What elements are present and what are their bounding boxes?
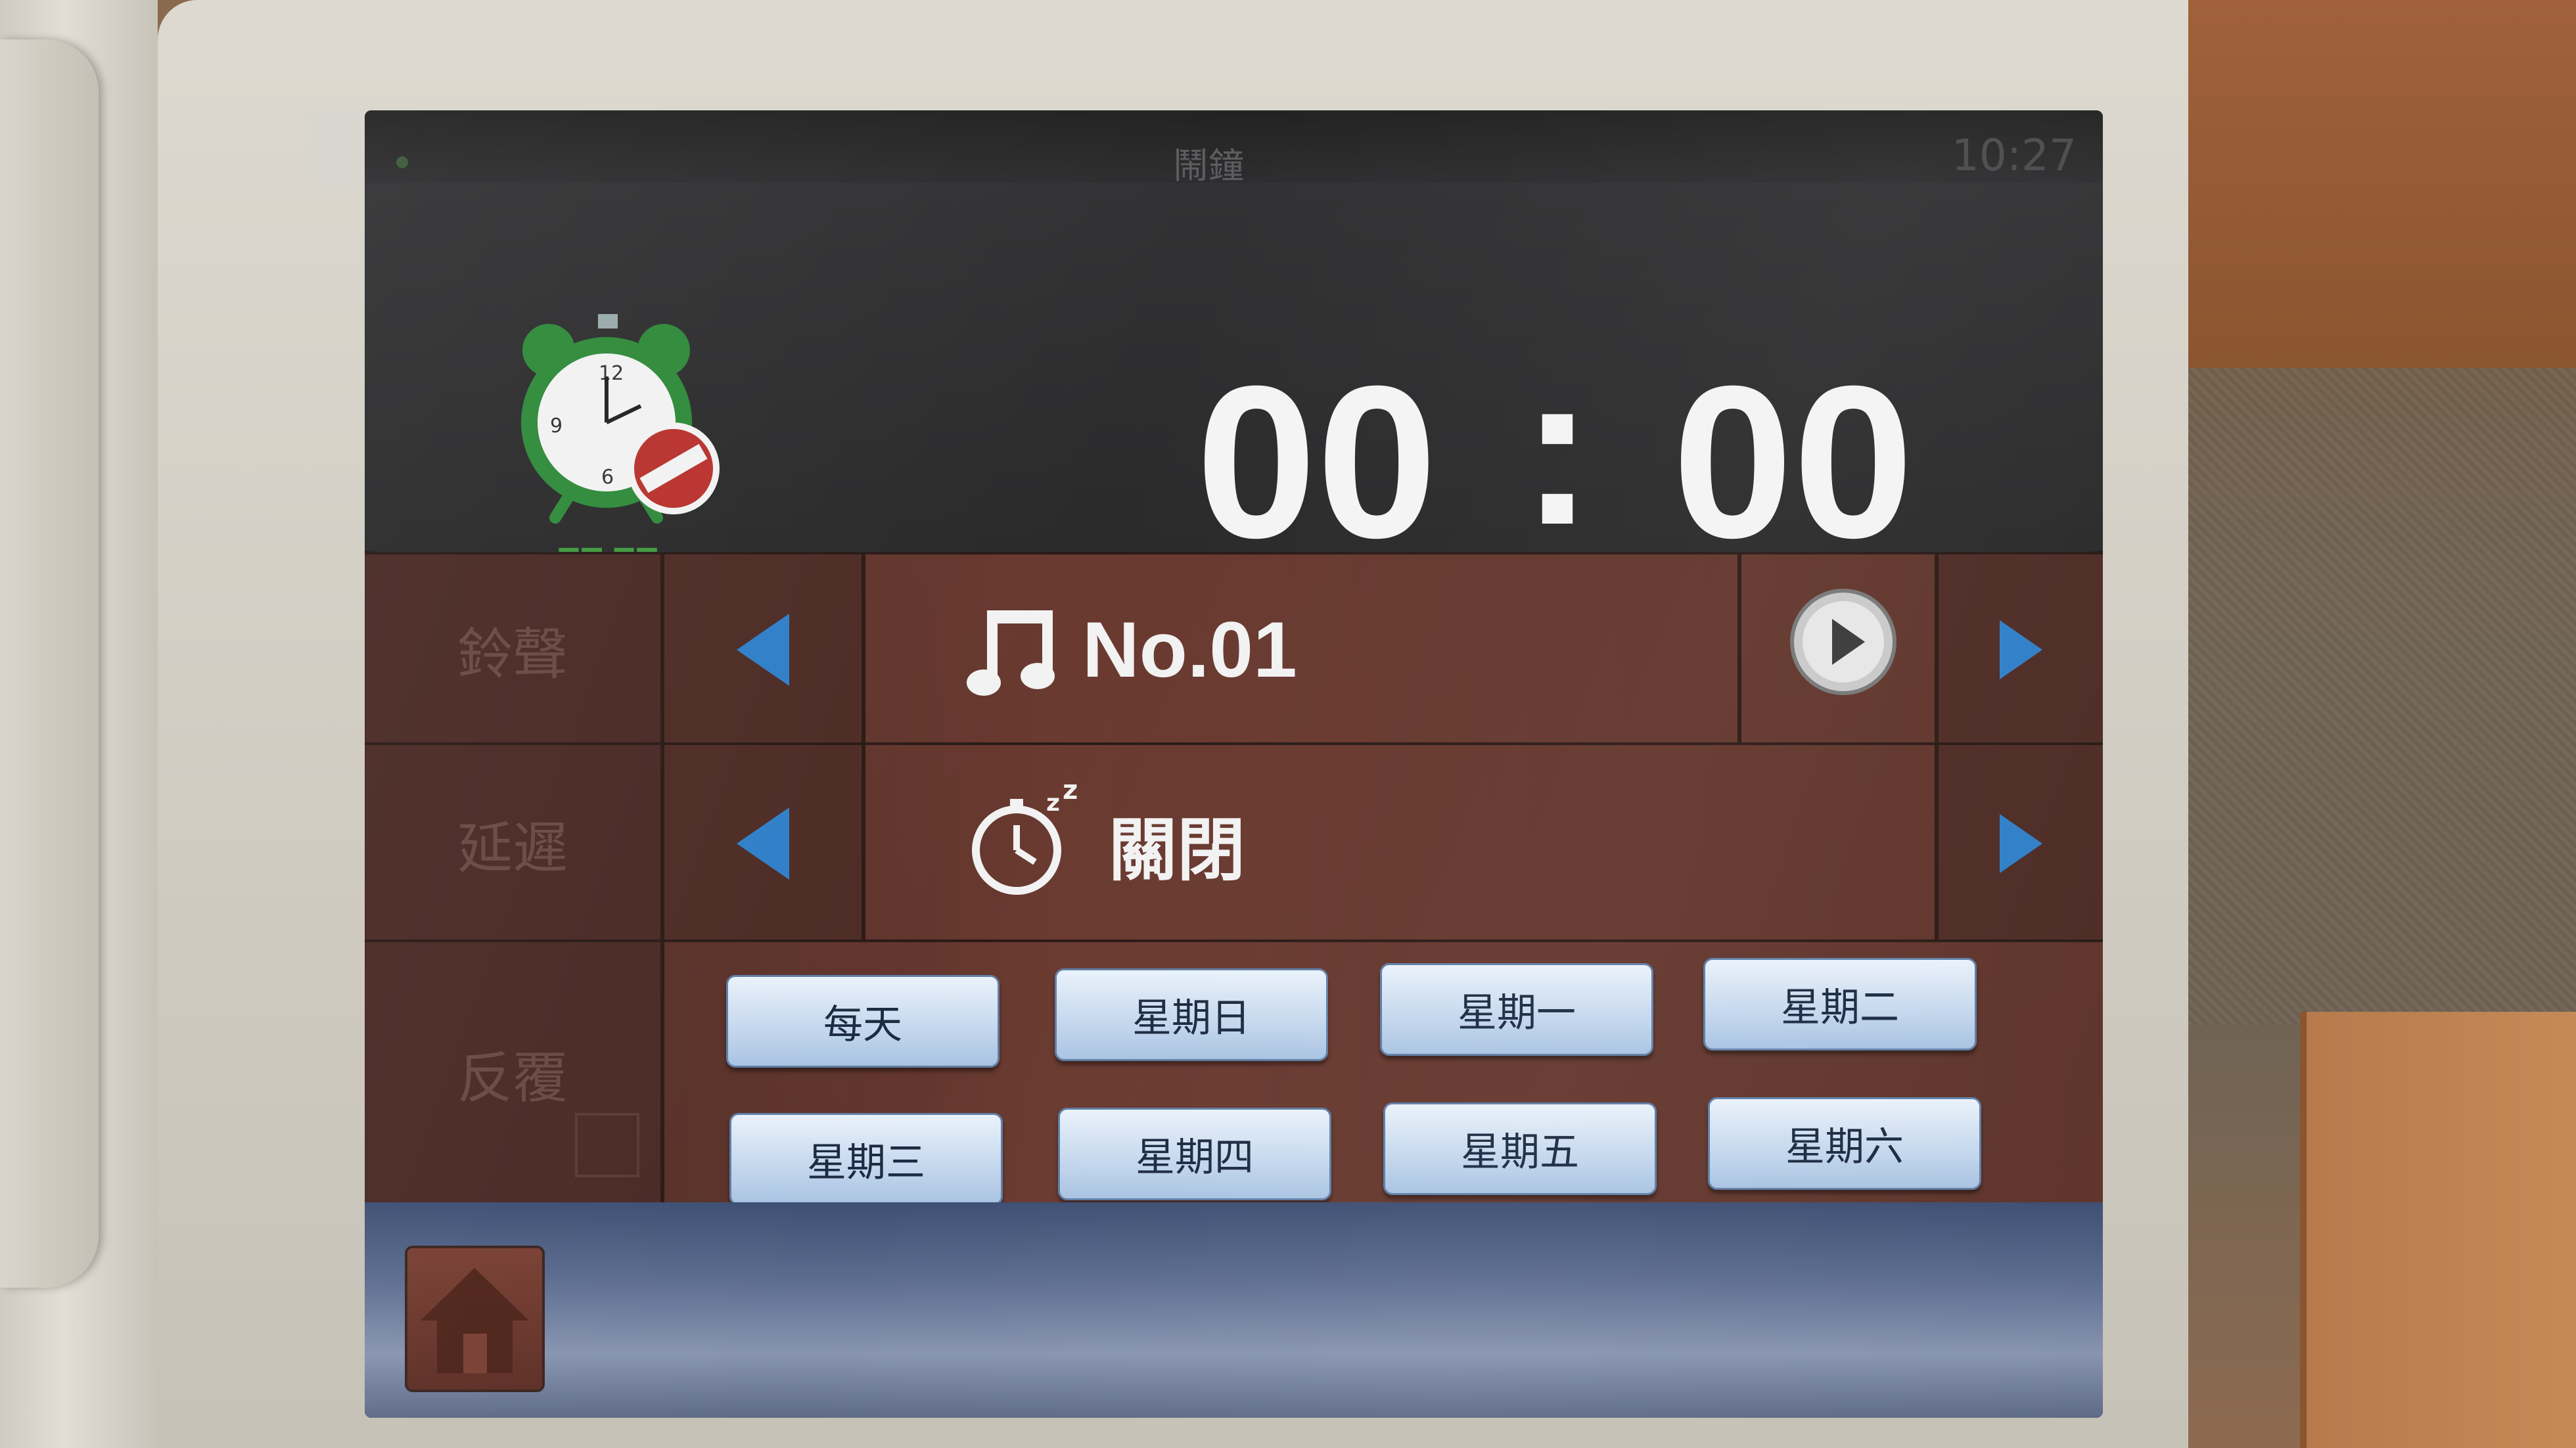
bottom-nav-bar: [365, 1202, 2103, 1418]
snooze-prev-button[interactable]: [664, 745, 865, 942]
ringtone-value-cell: No.01: [865, 554, 1935, 745]
svg-text:z: z: [1046, 790, 1060, 817]
chevron-right-icon: [1999, 814, 2042, 873]
time-separator: :: [1521, 327, 1594, 570]
alarm-hours[interactable]: 00: [1196, 353, 1437, 570]
home-icon: [421, 1268, 529, 1373]
day-button-wednesday[interactable]: 星期三: [729, 1113, 1003, 1206]
day-button-thursday[interactable]: 星期四: [1058, 1108, 1331, 1200]
music-note-icon: [967, 610, 1055, 696]
ringtone-value: No.01: [1082, 606, 1297, 694]
chevron-right-icon: [1999, 620, 2042, 679]
alarm-time-panel: 12 9 6 關閉 00 : 00: [365, 183, 2103, 600]
repeat-checkbox[interactable]: [575, 1113, 639, 1177]
home-button[interactable]: [407, 1248, 542, 1390]
day-button-everyday[interactable]: 每天: [726, 975, 1000, 1068]
snooze-row: 延遲 z z 關閉: [365, 742, 2103, 942]
svg-text:z: z: [1063, 784, 1078, 805]
clock-time: 10:27: [1951, 130, 2077, 181]
alarm-clock-off-icon[interactable]: 12 9 6: [509, 314, 720, 531]
alarm-screen: 鬧鐘 10:27 12 9 6 關閉 00 : 00 鈴聲: [365, 110, 2103, 1418]
day-button-tuesday[interactable]: 星期二: [1703, 958, 1977, 1051]
day-button-sunday[interactable]: 星期日: [1055, 968, 1328, 1061]
snooze-value-cell: z z 關閉: [865, 745, 1935, 942]
day-button-grid: 每天 星期日 星期一 星期二 星期三 星期四 星期五 星期六: [726, 955, 2008, 1206]
ringtone-prev-button[interactable]: [664, 554, 865, 745]
svg-text:6: 6: [601, 466, 614, 489]
status-bar: 鬧鐘 10:27: [365, 110, 2103, 187]
snooze-label: 延遲: [365, 745, 664, 942]
snooze-value: 關閉: [1109, 809, 1246, 890]
svg-text:9: 9: [550, 415, 563, 438]
ringtone-row: 鈴聲 No.01: [365, 552, 2103, 745]
tape-strip: [306, 106, 365, 192]
svg-text:12: 12: [599, 362, 624, 385]
status-led-icon: [396, 156, 408, 168]
screen-title: 鬧鐘: [1173, 145, 1244, 187]
ringtone-next-button[interactable]: [1935, 554, 2103, 745]
snooze-clock-icon: z z: [972, 784, 1078, 895]
phone-handset: [0, 0, 158, 1448]
chevron-left-icon: [737, 614, 789, 686]
day-button-saturday[interactable]: 星期六: [1708, 1097, 1981, 1190]
snooze-next-button[interactable]: [1935, 745, 2103, 942]
day-button-monday[interactable]: 星期一: [1380, 963, 1653, 1056]
background-desk: [2188, 0, 2576, 1448]
play-divider: [1737, 554, 1741, 745]
day-button-friday[interactable]: 星期五: [1383, 1102, 1657, 1195]
ringtone-label: 鈴聲: [365, 554, 664, 745]
alarm-minutes[interactable]: 00: [1672, 353, 1914, 570]
repeat-row: 反覆 每天 星期日 星期一 星期二 星期三 星期四 星期五 星期六: [365, 939, 2103, 1206]
chevron-left-icon: [737, 807, 789, 880]
play-icon[interactable]: [1787, 586, 1899, 698]
